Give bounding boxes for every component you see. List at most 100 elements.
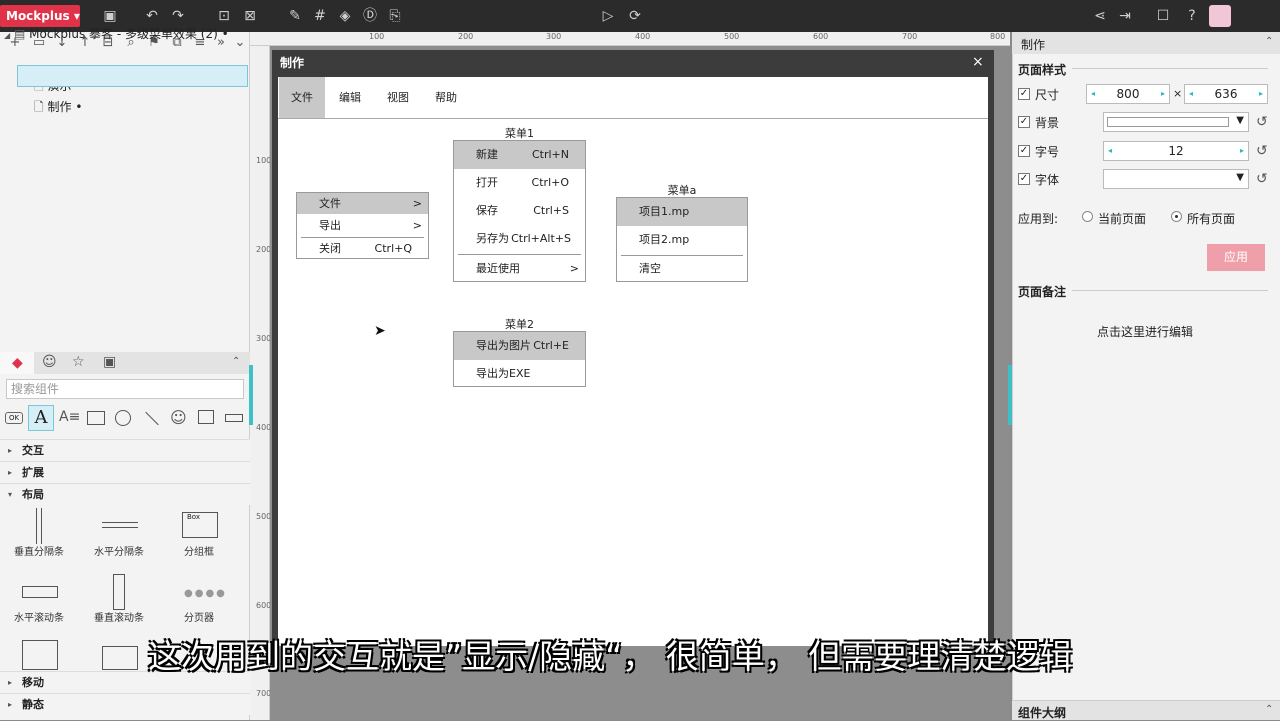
reset-icon[interactable]: ↺ <box>1256 114 1268 130</box>
menu-item-recent[interactable]: 最近使用 > <box>454 255 585 282</box>
menu-item-project2[interactable]: 项目2.mp <box>617 226 747 254</box>
reset-icon[interactable]: ↺ <box>1256 171 1268 187</box>
circle-icon[interactable] <box>115 410 131 426</box>
d-icon[interactable]: Ⓓ <box>360 6 380 26</box>
font-select[interactable]: ▼ <box>1103 169 1249 189</box>
menu-item-export[interactable]: 导出 > <box>297 215 428 236</box>
search-input[interactable]: 搜索组件 <box>6 379 244 399</box>
menu-item-save[interactable]: 保存 Ctrl+S <box>454 197 585 225</box>
artboard[interactable] <box>278 77 988 646</box>
tab-component-icon[interactable] <box>102 646 138 670</box>
ruler-left <box>250 46 270 720</box>
category-interact[interactable]: ▸ 交互 <box>0 439 250 461</box>
undo-icon[interactable]: ↶ <box>142 6 162 26</box>
menu-item-project1[interactable]: 项目1.mp <box>617 198 747 226</box>
avatar[interactable] <box>1209 5 1231 27</box>
reset-icon[interactable]: ↺ <box>1256 143 1268 159</box>
text-component-icon[interactable]: A <box>28 405 54 431</box>
emoji-icon[interactable]: ☺ <box>42 354 57 370</box>
help-icon[interactable]: ? <box>1182 6 1202 26</box>
image-tab-icon[interactable]: ▣ <box>103 354 116 370</box>
menu-item-new[interactable]: 新建 Ctrl+N <box>454 141 585 169</box>
tree-page-make[interactable]: 🗋 制作 • <box>34 97 82 117</box>
background-color-select[interactable]: ▼ <box>1103 112 1249 132</box>
left-collapse-handle[interactable] <box>249 365 253 425</box>
emoji-component-icon[interactable]: ☺ <box>170 408 187 427</box>
expand-arrow-icon[interactable]: ◢ <box>4 31 10 40</box>
brush-icon[interactable]: ✎ <box>285 6 305 26</box>
vertical-scrollbar-label: 垂直滚动条 <box>94 613 144 624</box>
menu-item-export-image[interactable]: 导出为图片 Ctrl+E <box>454 332 585 360</box>
fontsize-stepper[interactable]: ◂ 12 ▸ <box>1103 141 1249 161</box>
size-checkbox[interactable]: ✓ <box>1018 88 1030 100</box>
menu1: 新建 Ctrl+N 打开 Ctrl+O 保存 Ctrl+S 另存为 Ctrl+Alt+S… <box>453 140 586 282</box>
apply-button[interactable]: 应用 <box>1207 244 1265 271</box>
menu-item-save-as[interactable]: 另存为 Ctrl+Alt+S <box>454 225 585 253</box>
category-layout[interactable]: ▾ 布局 <box>0 483 250 505</box>
ruler-tick: 700 <box>902 32 918 41</box>
image-component-icon[interactable] <box>198 410 214 424</box>
input-component-icon[interactable] <box>225 414 243 422</box>
category-static[interactable]: ▸ 静态 <box>0 693 250 715</box>
decrement-icon[interactable]: ◂ <box>1091 85 1095 103</box>
collapse-icon[interactable]: ⌃ <box>1265 36 1273 47</box>
tree-project[interactable]: ◢ ▤ Mockplus 摹客 - 多级菜单效果 (2) • <box>4 24 248 44</box>
vertical-scrollbar-icon[interactable] <box>113 574 125 610</box>
pager-icon[interactable]: ●●●● <box>184 588 227 599</box>
window-icon[interactable]: ☐ <box>1153 6 1173 26</box>
menu-item-clear[interactable]: 清空 <box>617 256 747 282</box>
logout-icon[interactable]: ⇥ <box>1115 6 1135 26</box>
increment-icon[interactable]: ▸ <box>1161 85 1165 103</box>
menu-item-label: 关闭 <box>319 242 341 255</box>
button-component-icon[interactable]: OK <box>5 412 23 424</box>
fill-icon[interactable]: ◈ <box>335 6 355 26</box>
right-panel-header <box>1012 32 1280 54</box>
close-icon[interactable]: × <box>972 54 984 70</box>
menu-item-file[interactable]: 文件 > <box>297 193 428 214</box>
radio-current-page[interactable] <box>1082 211 1093 222</box>
group-box-icon[interactable]: Box <box>182 512 218 538</box>
decrement-icon[interactable]: ◂ <box>1108 142 1112 160</box>
decrement-icon[interactable]: ◂ <box>1189 85 1193 103</box>
panel-component-icon[interactable] <box>22 640 58 670</box>
save-icon[interactable]: ▣ <box>100 6 120 26</box>
menubar-item-edit[interactable]: 编辑 <box>328 77 372 118</box>
background-checkbox[interactable]: ✓ <box>1018 116 1030 128</box>
window-title: 制作 <box>280 56 305 70</box>
vertical-divider-icon[interactable] <box>36 508 42 544</box>
radio-all-pages[interactable] <box>1171 211 1182 222</box>
width-stepper[interactable]: ◂ 800 ▸ <box>1086 84 1170 104</box>
menu-item-export-exe[interactable]: 导出为EXE <box>454 360 585 387</box>
redo-icon[interactable]: ↷ <box>168 6 188 26</box>
height-stepper[interactable]: ◂ 636 ▸ <box>1184 84 1268 104</box>
star-icon[interactable]: ☆ <box>72 354 85 370</box>
play-icon[interactable]: ▷ <box>598 6 618 26</box>
share-icon[interactable]: ⋖ <box>1090 6 1110 26</box>
notes-editor[interactable]: 点击这里进行编辑 <box>1097 323 1193 340</box>
export-icon[interactable]: ⎘ <box>385 6 405 26</box>
increment-icon[interactable]: ▸ <box>1259 85 1263 103</box>
menu-item-close[interactable]: 关闭 Ctrl+Q <box>297 238 428 259</box>
paragraph-icon[interactable]: A≡ <box>59 409 80 425</box>
expand-icon[interactable]: ⌃ <box>1265 704 1273 715</box>
ruler-tick: 500 <box>724 32 740 41</box>
align-icon[interactable]: ⊡ <box>214 6 234 26</box>
increment-icon[interactable]: ▸ <box>1240 142 1244 160</box>
distribute-icon[interactable]: ⊠ <box>240 6 260 26</box>
menubar-item-help[interactable]: 帮助 <box>424 77 468 118</box>
sync-icon[interactable]: ⟳ <box>625 6 645 26</box>
category-extend[interactable]: ▸ 扩展 <box>0 461 250 483</box>
collapse-icon[interactable]: ⌃ <box>232 356 240 367</box>
tree-page-make-selected[interactable] <box>17 65 248 87</box>
rectangle-icon[interactable] <box>87 411 105 425</box>
font-checkbox[interactable]: ✓ <box>1018 173 1030 185</box>
horizontal-scrollbar-icon[interactable] <box>22 586 58 598</box>
grid-icon[interactable]: # <box>310 6 330 26</box>
fontsize-checkbox[interactable]: ✓ <box>1018 145 1030 157</box>
menubar-item-view[interactable]: 视图 <box>376 77 420 118</box>
menu-item-open[interactable]: 打开 Ctrl+O <box>454 169 585 197</box>
menubar-item-file[interactable]: 文件 <box>279 77 325 118</box>
horizontal-divider-icon[interactable] <box>102 522 138 528</box>
menu-item-label: 项目1.mp <box>639 205 690 218</box>
ruler-tick: 200 <box>458 32 474 41</box>
